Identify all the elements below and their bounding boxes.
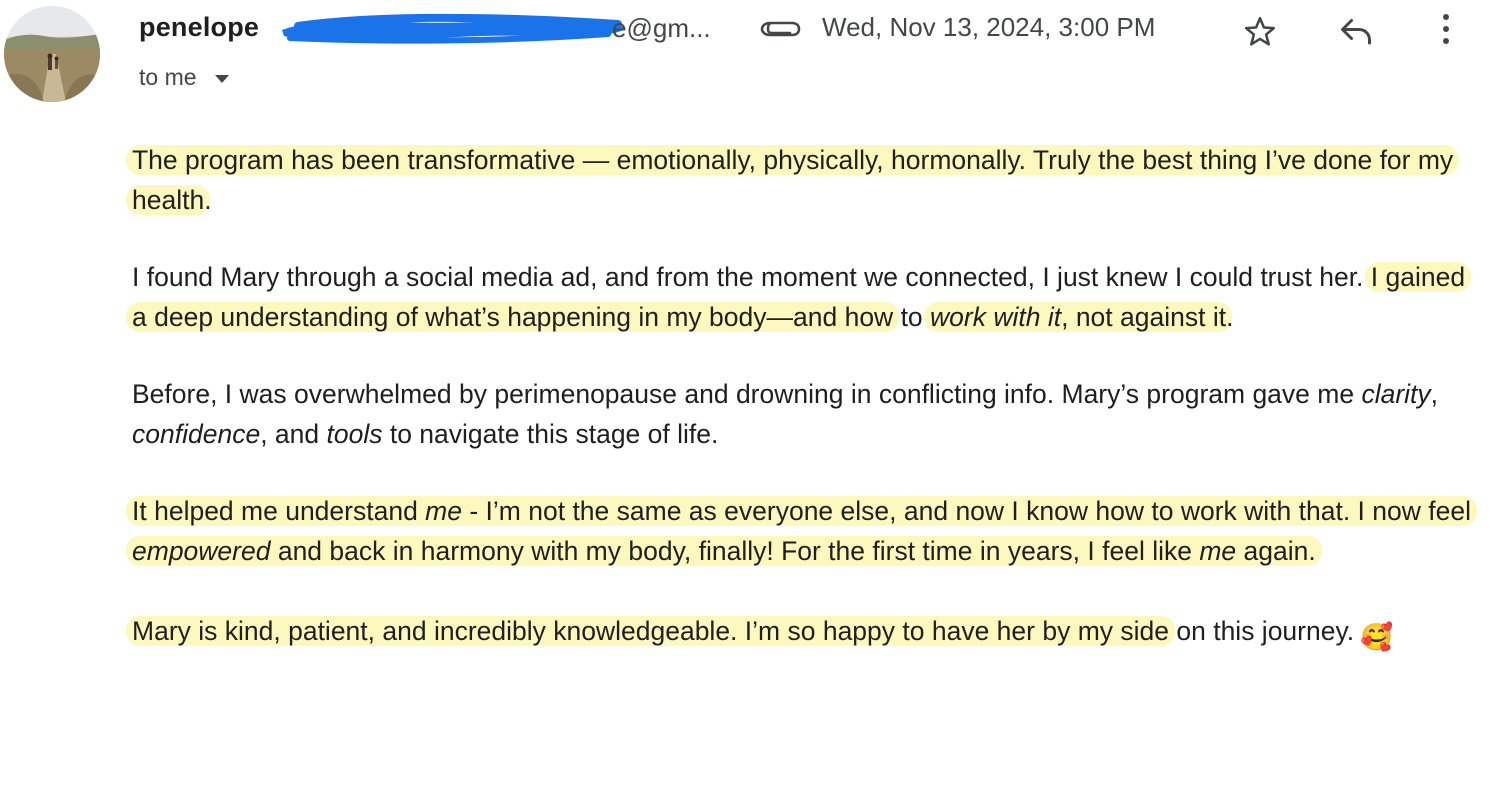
sender-name[interactable]: penelope [139,12,259,43]
paperclip-icon [760,21,801,37]
redaction-mark [282,13,626,44]
text: , and [260,419,327,449]
text: It helped me understand [132,496,426,526]
smiling-face-with-hearts-emoji: 🥰 [1360,617,1393,657]
emphasis: me [425,496,462,526]
text: , not against it [1061,302,1227,332]
paragraph-2: I found Mary through a social media ad, … [126,257,1482,337]
paragraph-3: Before, I was overwhelmed by perimenopau… [132,374,1482,454]
text: Before, I was overwhelmed by perimenopau… [132,379,1362,409]
reply-icon[interactable] [1338,16,1374,46]
star-icon[interactable] [1241,14,1279,50]
text: , [1430,379,1439,409]
text: to navigate this stage of life. [382,419,719,449]
highlight: It helped me understand me - I’m not the… [126,496,1477,566]
more-vertical-icon[interactable] [1440,12,1452,48]
avatar[interactable] [4,6,100,102]
caret-down-icon [214,74,229,83]
paragraph-5: Mary is kind, patient, and incredibly kn… [126,611,1482,657]
sender-email[interactable]: e@gm... [612,13,711,44]
highlight: Mary is kind, patient, and incredibly kn… [126,616,1175,646]
emphasis: empowered [132,536,271,566]
emphasis: tools [326,419,383,449]
text: I found Mary through a social media ad, … [132,262,1371,292]
emphasis: confidence [132,419,261,449]
email-date: Wed, Nov 13, 2024, 3:00 PM [822,12,1156,42]
highlight: work with it, not against it [924,302,1233,332]
text: . [1226,302,1234,332]
text: . [204,185,212,215]
emphasis: me [1199,536,1237,566]
emphasis: clarity [1361,379,1431,409]
emphasis: work with it [930,302,1062,332]
emoji-glyph: 🥰 [1360,622,1394,652]
text: and back in harmony with my body, finall… [270,536,1200,566]
avatar-photo-image [4,6,100,102]
paragraph-1: The program has been transformative — em… [126,140,1482,220]
text: on this journey. [1169,616,1355,646]
email-body: The program has been transformative — em… [126,140,1482,694]
recipient-label: to me [139,64,197,90]
paragraph-4: It helped me understand me - I’m not the… [126,491,1482,571]
highlight: The program has been transformative — em… [126,145,1460,215]
recipient-toggle[interactable]: to me [139,64,229,91]
text: - I’m not the same as everyone else, and… [462,496,1471,526]
text: again. [1236,536,1316,566]
